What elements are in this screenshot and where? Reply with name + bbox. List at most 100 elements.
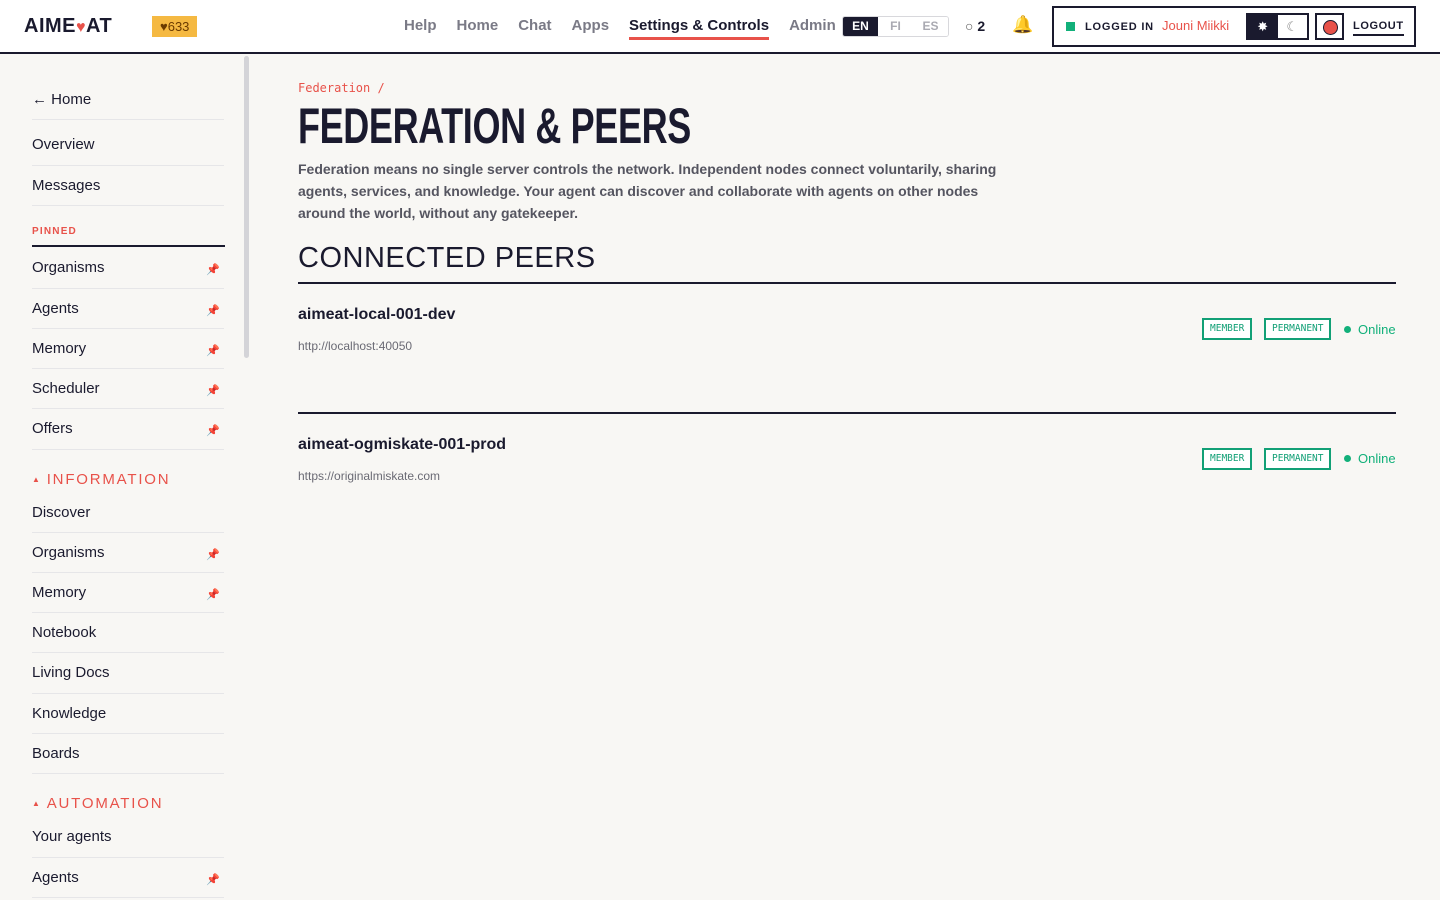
sidebar-item-notebook[interactable]: Notebook xyxy=(32,623,224,643)
sidebar-item-knowledge[interactable]: Knowledge xyxy=(32,704,224,724)
nav-admin[interactable]: Admin xyxy=(789,0,836,52)
lang-fi[interactable]: FI xyxy=(878,17,913,36)
sidebar-item-label: Memory xyxy=(32,340,87,357)
logo[interactable]: AIME♥AT xyxy=(24,15,112,38)
sidebar-item-pinned-offers[interactable]: Offers 📌 xyxy=(32,419,224,439)
peer-name[interactable]: aimeat-ogmiskate-001-prod xyxy=(298,436,506,454)
pin-icon[interactable]: 📌 xyxy=(206,870,220,890)
logged-in-label: LOGGED IN xyxy=(1085,21,1154,33)
status-text: Online xyxy=(1358,322,1396,337)
sidebar-item-label: Agents xyxy=(32,869,79,886)
sidebar-item-discover[interactable]: Discover xyxy=(32,503,224,523)
divider xyxy=(32,119,224,120)
lang-en[interactable]: EN xyxy=(843,17,878,36)
section-title-connected-peers: CONNECTED PEERS xyxy=(298,242,596,274)
divider xyxy=(32,532,224,533)
section-toggle-automation[interactable]: ▲ AUTOMATION xyxy=(32,795,163,812)
sidebar-item-agents[interactable]: Agents 📌 xyxy=(32,868,224,888)
hearts-badge[interactable]: ♥633 xyxy=(152,16,198,37)
section-toggle-information[interactable]: ▲ INFORMATION xyxy=(32,471,170,488)
nav-chat[interactable]: Chat xyxy=(518,0,551,52)
pin-icon[interactable]: 📌 xyxy=(206,301,220,321)
divider xyxy=(298,412,1396,414)
sidebar-item-pinned-memory[interactable]: Memory 📌 xyxy=(32,339,224,359)
divider xyxy=(32,773,224,774)
section-label: INFORMATION xyxy=(46,471,171,488)
sidebar-item-organisms[interactable]: Organisms 📌 xyxy=(32,543,224,563)
sidebar-item-messages[interactable]: Messages xyxy=(32,176,224,196)
divider xyxy=(32,897,224,898)
sidebar-item-label: Memory xyxy=(32,584,87,601)
divider xyxy=(32,449,224,450)
online-dot-icon xyxy=(1344,326,1351,333)
divider xyxy=(32,205,224,206)
breadcrumb[interactable]: Federation / xyxy=(298,81,385,95)
sidebar-item-label: Organisms xyxy=(32,259,105,276)
collapse-icon: ▲ xyxy=(32,799,42,808)
lang-es[interactable]: ES xyxy=(913,17,948,36)
username-link[interactable]: Jouni Miikki xyxy=(1162,17,1229,35)
status-text: Online xyxy=(1358,451,1396,466)
nav-home[interactable]: Home xyxy=(457,0,499,52)
sidebar-scrollbar[interactable] xyxy=(244,56,249,358)
pin-icon[interactable]: 📌 xyxy=(206,341,220,361)
moon-icon[interactable]: ☾ xyxy=(1277,15,1307,38)
sidebar-item-label: Scheduler xyxy=(32,380,100,397)
peer-name[interactable]: aimeat-local-001-dev xyxy=(298,306,455,324)
presence-count[interactable]: ○ 2 xyxy=(965,18,985,34)
bell-icon[interactable]: 🔔 xyxy=(1012,15,1033,35)
pin-icon[interactable]: 📌 xyxy=(206,421,220,441)
sidebar-item-pinned-scheduler[interactable]: Scheduler 📌 xyxy=(32,379,224,399)
divider xyxy=(32,245,225,247)
pinned-heading: PINNED xyxy=(32,226,77,237)
member-badge: MEMBER xyxy=(1202,448,1253,470)
top-header: AIME♥AT ♥633 Help Home Chat Apps Setting… xyxy=(0,0,1440,54)
presence-count-value: 2 xyxy=(977,18,986,34)
pin-icon[interactable]: 📌 xyxy=(206,381,220,401)
pin-icon[interactable]: 📌 xyxy=(206,260,220,280)
sidebar-item-your-agents[interactable]: Your agents xyxy=(32,827,224,847)
nav-apps[interactable]: Apps xyxy=(572,0,610,52)
divider xyxy=(32,857,224,858)
pin-icon[interactable]: 📌 xyxy=(206,585,220,605)
session-box: LOGGED IN Jouni Miikki ✸ ☾ LOGOUT xyxy=(1052,6,1416,47)
divider xyxy=(32,572,224,573)
sidebar-item-boards[interactable]: Boards xyxy=(32,744,224,764)
status-dot-icon xyxy=(1066,22,1075,31)
divider xyxy=(32,288,224,289)
peer-url[interactable]: http://localhost:40050 xyxy=(298,339,412,353)
ring-icon: ○ xyxy=(965,18,974,34)
divider xyxy=(32,612,224,613)
sidebar-item-memory[interactable]: Memory 📌 xyxy=(32,583,224,603)
heart-icon: ♥ xyxy=(76,19,86,36)
peer-url[interactable]: https://originalmiskate.com xyxy=(298,469,440,483)
sidebar-item-home[interactable]: ← Home xyxy=(32,90,224,110)
divider xyxy=(32,368,224,369)
sidebar-item-living-docs[interactable]: Living Docs xyxy=(32,663,224,683)
page-description: Federation means no single server contro… xyxy=(298,161,997,221)
main-nav: Help Home Chat Apps Settings & Controls … xyxy=(404,0,856,52)
record-icon[interactable] xyxy=(1315,13,1344,40)
permanent-badge: PERMANENT xyxy=(1264,318,1332,340)
nav-settings-controls[interactable]: Settings & Controls xyxy=(629,0,770,52)
divider xyxy=(298,282,1396,284)
logo-text-left: AIME xyxy=(24,15,76,37)
divider xyxy=(32,733,224,734)
sidebar-item-pinned-agents[interactable]: Agents 📌 xyxy=(32,299,224,319)
sidebar-item-overview[interactable]: Overview xyxy=(32,135,224,155)
divider xyxy=(32,693,224,694)
divider xyxy=(32,165,224,166)
divider xyxy=(32,652,224,653)
nav-help[interactable]: Help xyxy=(404,0,437,52)
logo-text-right: AT xyxy=(86,15,113,37)
logout-button[interactable]: LOGOUT xyxy=(1353,18,1404,36)
pin-icon[interactable]: 📌 xyxy=(206,545,220,565)
divider xyxy=(32,328,224,329)
sidebar-item-label: Offers xyxy=(32,420,73,437)
sun-icon[interactable]: ✸ xyxy=(1248,15,1278,38)
sidebar-item-label: Organisms xyxy=(32,544,105,561)
page-title: FEDERATION & PEERS xyxy=(298,98,691,154)
online-dot-icon xyxy=(1344,455,1351,462)
divider xyxy=(32,408,224,409)
sidebar-item-pinned-organisms[interactable]: Organisms 📌 xyxy=(32,258,224,278)
